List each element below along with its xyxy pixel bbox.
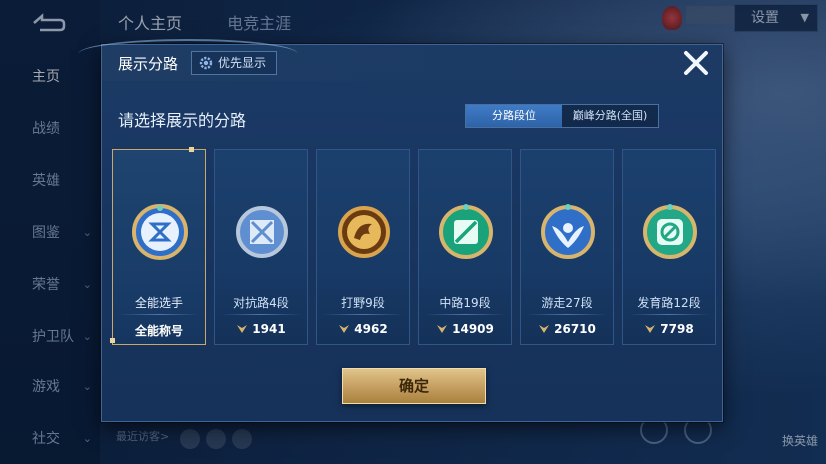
- lane-card-all-rounder[interactable]: 全能选手 全能称号: [110, 147, 206, 345]
- lane-card-score-row: 7798: [623, 322, 715, 336]
- lane-card-score: 26710: [554, 322, 596, 336]
- modal-title: 展示分路: [118, 55, 179, 73]
- lane-card-label: 对抗路4段: [233, 296, 289, 310]
- jungle-emblem-icon: [338, 206, 390, 258]
- lane-card-label: 打野9段: [341, 296, 385, 310]
- lane-card-roam[interactable]: 游走27段 26710: [520, 149, 614, 345]
- mid-lane-emblem-icon: [439, 204, 493, 259]
- priority-label: 优先显示: [218, 56, 267, 70]
- lane-card-score-row: 26710: [521, 322, 613, 336]
- rank-point-icon: [237, 325, 248, 333]
- confirm-button[interactable]: 确定: [342, 368, 486, 404]
- lane-card-label: 游走27段: [541, 296, 593, 310]
- lane-card-score-row: 1941: [215, 322, 307, 336]
- lane-type-segmented-control: 分路段位 巅峰分路(全国): [465, 104, 659, 128]
- card-divider: [323, 314, 403, 315]
- segment-lane-rank[interactable]: 分路段位: [466, 105, 562, 127]
- card-divider: [221, 314, 301, 315]
- lane-card-mid[interactable]: 中路19段 14909: [418, 149, 512, 345]
- rank-point-icon: [539, 325, 550, 333]
- lane-card-score: 14909: [452, 322, 494, 336]
- lane-card-clash[interactable]: 对抗路4段 1941: [214, 149, 308, 345]
- rank-point-icon: [437, 325, 448, 333]
- lane-card-label: 全能选手: [134, 296, 183, 310]
- lane-card-score: 4962: [354, 322, 388, 336]
- rank-point-icon: [339, 325, 350, 333]
- close-button[interactable]: [676, 47, 716, 81]
- lane-card-score: 7798: [660, 322, 694, 336]
- lane-card-farm[interactable]: 发育路12段 7798: [622, 149, 716, 345]
- modal-subtitle: 请选择展示的分路: [118, 111, 247, 130]
- lane-card-label: 中路19段: [439, 296, 491, 310]
- lane-card-score: 全能称号: [134, 324, 183, 338]
- lane-card-jungle[interactable]: 打野9段 4962: [316, 149, 410, 345]
- priority-display-button[interactable]: 优先显示: [191, 51, 277, 75]
- roam-emblem-icon: [541, 204, 595, 259]
- farm-lane-emblem-icon: [643, 204, 697, 259]
- card-divider: [629, 314, 709, 315]
- lane-card-score: 1941: [252, 322, 286, 336]
- segment-peak-lane[interactable]: 巅峰分路(全国): [562, 105, 658, 127]
- corner-decoration: [189, 147, 194, 152]
- gear-icon: [199, 56, 213, 70]
- lane-cards: 全能选手 全能称号 对抗路4段 1941 打野9段 4962 中路19段 149…: [110, 147, 716, 345]
- lane-display-modal: 展示分路 优先显示 请选择展示的分路 分路段位 巅峰分路(全国) 全能选手 全能…: [78, 39, 723, 422]
- close-icon: [684, 51, 708, 75]
- rank-point-icon: [645, 325, 656, 333]
- lane-card-label: 发育路12段: [637, 296, 701, 310]
- all-rounder-emblem-icon: [132, 204, 188, 260]
- card-divider: [425, 314, 505, 315]
- lane-card-score-row: 4962: [317, 322, 409, 336]
- card-divider: [119, 314, 199, 315]
- clash-lane-emblem-icon: [236, 206, 288, 258]
- card-divider: [527, 314, 607, 315]
- lane-card-score-row: 14909: [419, 322, 511, 336]
